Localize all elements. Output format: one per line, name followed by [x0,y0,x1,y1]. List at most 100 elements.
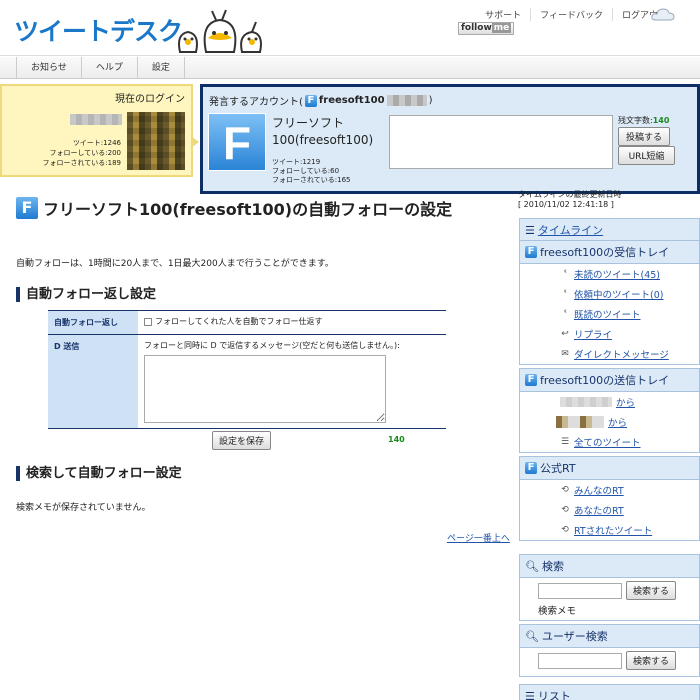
menu-bar: お知らせ ヘルプ 設定 [0,57,700,79]
outbox-from-label: から [608,418,628,429]
login-following-count: フォローしている:200 [49,149,121,157]
no-search-memo-text: 検索メモが保存されていません。 [16,503,151,513]
post-title-prefix: 発言するアカウント( [209,97,303,108]
user-search-button[interactable]: 検索する [626,651,677,670]
rt-retweeted-label: RTされたツイート [574,526,653,537]
post-display-name: フリーソフト100(freesoft100) [272,116,374,147]
inbox-box: Ffreesoft100の受信トレイ ᓫ 未読のツイート(45) ᓫ 依頼中のツイー… [519,240,700,365]
app-logo[interactable]: ツイートデスク [14,12,183,48]
auto-follow-back-text: フォローしてくれた人を自動でフォロー仕返す [155,317,323,326]
account-blurred [556,416,604,428]
inbox-item-read[interactable]: ᓫ 既読のツイート [520,304,699,324]
tweets-icon: ᓫ [563,269,567,279]
dm-row: D 送信 フォローと同時に D で返信するメッセージ(空だと何も送信しません。)… [48,335,446,444]
login-followers-count: フォローされている:189 [42,159,121,167]
menu-settings[interactable]: 設定 [138,57,185,78]
current-login-title: 現在のログイン [115,94,185,105]
search-box: 🔍︎ 検索 検索する 検索メモ [519,554,700,621]
menu-news[interactable]: お知らせ [16,57,82,78]
outbox-box: Ffreesoft100の送信トレイ から から ☰ 全てのツイート [519,368,700,453]
post-account-name[interactable]: freesoft100 [319,95,385,106]
last-update-value: [ 2010/11/02 12:41:18 ] [518,200,614,209]
post-title-suffix: ) [428,95,433,106]
user-search-header: 🔍︎ ユーザー検索 [520,625,699,647]
login-avatar[interactable] [127,112,185,170]
freesoft-f-icon: F [525,246,537,258]
last-update-label: タイムラインの最終更新日時 [518,190,622,199]
support-link[interactable]: サポート [476,8,530,21]
freesoft-f-icon: F [525,462,537,474]
user-search-body: 検索する [520,647,699,676]
list-box: ☰ リスト [519,684,700,700]
account-blurred [560,397,612,407]
dm-value: フォローと同時に D で返信するメッセージ(空だと何も送信しません。): 140 [138,335,446,444]
inbox-dm-label: ダイレクトメッセージ [574,350,669,361]
search-body: 検索する 検索メモ [520,577,699,620]
page-title-text: フリーソフト100(freesoft100)の自動フォローの設定 [43,200,453,219]
post-stats: ツイート:1219 フォローしている:60 フォローされている:165 [272,158,351,185]
retweet-icon: ⟲ [561,505,569,515]
inbox-item-reply[interactable]: ↩ リプライ [520,324,699,344]
inbox-title: freesoft100の受信トレイ [540,246,670,259]
account-blurred [386,95,427,106]
timeline-link[interactable]: ☰ タイムライン [520,219,699,241]
magnifier-icon: 🔍︎ [525,559,539,573]
tweets-icon: ᓫ [563,309,567,319]
login-tweet-count: ツイート:1246 [72,139,121,147]
post-tweet-count: ツイート:1219 [272,158,321,166]
list-icon: ☰ [525,689,535,700]
user-search-row: 検索する [520,648,699,673]
user-search-title: ユーザー検索 [541,630,608,643]
inbox-item-requested[interactable]: ᓫ 依頼中のツイート(0) [520,284,699,304]
menu-help[interactable]: ヘルプ [82,57,138,78]
inbox-reply-label: リプライ [574,330,613,341]
last-update: タイムラインの最終更新日時 [ 2010/11/02 12:41:18 ] [516,190,700,210]
inbox-item-dm[interactable]: ✉ ダイレクトメッセージ [520,344,699,364]
list-header[interactable]: ☰ リスト [520,685,699,700]
outbox-items: から から ☰ 全てのツイート [520,391,699,452]
submit-tweet-button[interactable]: 投稿する [618,127,670,146]
dm-message-input[interactable] [144,355,386,423]
rt-item-yours[interactable]: ⟲ あなたのRT [520,500,699,520]
user-search-input[interactable] [538,652,622,669]
search-button[interactable]: 検索する [626,581,677,600]
follow-me-button[interactable]: follow me [458,22,514,35]
official-rt-items: ⟲ みんなのRT ⟲ あなたのRT ⟲ RTされたツイート [520,479,699,540]
inbox-header: Ffreesoft100の受信トレイ [520,241,699,263]
login-name-blurred [70,114,122,125]
outbox-item-from-1[interactable]: から [520,392,699,412]
search-input[interactable] [538,582,622,599]
search-header: 🔍︎ 検索 [520,555,699,577]
freesoft-f-icon: F [16,197,38,219]
auto-follow-back-heading: 自動フォロー返し設定 [16,287,156,302]
outbox-item-from-2[interactable]: から [520,412,699,432]
official-rt-header: F 公式RT [520,457,699,479]
shorten-url-button[interactable]: URL短縮 [618,146,675,165]
current-login-panel: 現在のログイン ツイート:1246 フォローしている:200 フォローされている… [0,84,193,177]
list-icon: ☰ [560,437,570,447]
auto-follow-back-label: 自動フォロー返し [48,311,138,334]
auto-follow-back-checkbox[interactable] [144,317,152,326]
tweet-input[interactable] [389,115,613,169]
back-to-top-link[interactable]: ページ一番上へ [447,531,510,544]
outbox-all-label: 全てのツイート [574,438,641,449]
inbox-item-unread[interactable]: ᓫ 未読のツイート(45) [520,264,699,284]
follow-me-text: follow [461,23,492,33]
official-rt-title: 公式RT [540,462,576,475]
timeline-label: タイムライン [537,224,604,237]
user-search-box: 🔍︎ ユーザー検索 検索する [519,624,700,677]
post-avatar[interactable]: F [208,113,266,171]
save-settings-button[interactable]: 設定を保存 [212,431,272,450]
outbox-item-all[interactable]: ☰ 全てのツイート [520,432,699,452]
post-account-panel: 発言するアカウント( F freesoft100 ) F フリーソフト100(f… [200,84,700,194]
magnifier-icon: 🔍︎ [525,629,539,643]
page-title: F フリーソフト100(freesoft100)の自動フォローの設定 [16,196,452,220]
feedback-link[interactable]: フィードバック [530,8,612,21]
rt-item-everyone[interactable]: ⟲ みんなのRT [520,480,699,500]
dm-label: D 送信 [48,335,138,428]
login-arrow-icon [191,136,199,148]
rt-item-retweeted[interactable]: ⟲ RTされたツイート [520,520,699,540]
post-account-title: 発言するアカウント( F freesoft100 ) [209,93,433,108]
inbox-requested-label: 依頼中のツイート(0) [574,290,664,301]
top-nav: サポート フィードバック ログアウト [476,8,676,21]
